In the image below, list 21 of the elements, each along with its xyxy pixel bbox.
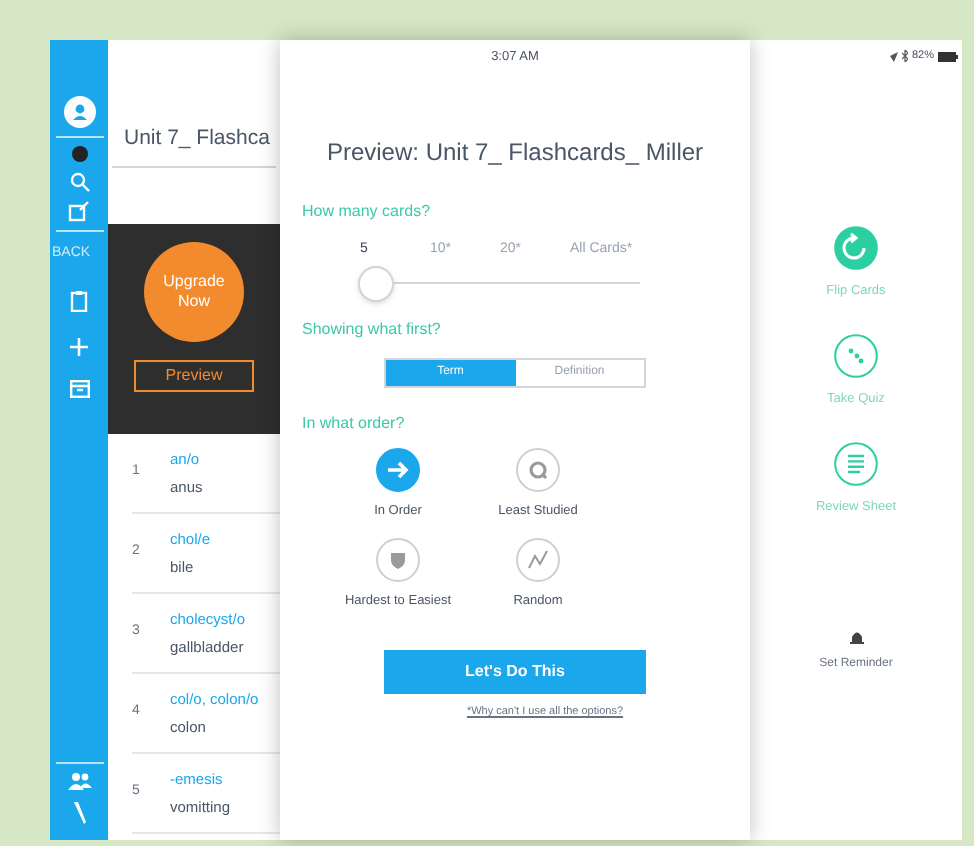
search-icon[interactable] <box>69 172 89 192</box>
location-icon <box>889 51 898 62</box>
section-label: In what order? <box>302 411 407 436</box>
section-label: Showing what first? <box>302 317 443 342</box>
plus-icon[interactable] <box>70 337 88 355</box>
preview-button[interactable]: Preview <box>134 360 254 392</box>
start-button[interactable]: Let's Do This <box>384 650 646 695</box>
archive-icon[interactable] <box>69 379 89 397</box>
bluetooth-icon <box>901 50 908 63</box>
edit-icon[interactable] <box>68 200 90 222</box>
dialog-title: Preview: Unit 7_ Flashcards_ Miller <box>326 135 704 170</box>
battery-icon <box>938 51 958 62</box>
set-title: Unit 7_ Flashca <box>124 124 270 155</box>
bell-icon[interactable] <box>849 629 863 645</box>
clipboard-icon[interactable] <box>70 289 88 311</box>
cards-slider[interactable] <box>360 265 640 302</box>
upgrade-button[interactable]: Upgrade Now <box>144 242 244 342</box>
section-label: How many cards? <box>302 199 433 224</box>
people-icon[interactable] <box>67 772 91 790</box>
slider-thumb[interactable] <box>358 265 394 302</box>
profile-icon[interactable] <box>63 96 95 128</box>
